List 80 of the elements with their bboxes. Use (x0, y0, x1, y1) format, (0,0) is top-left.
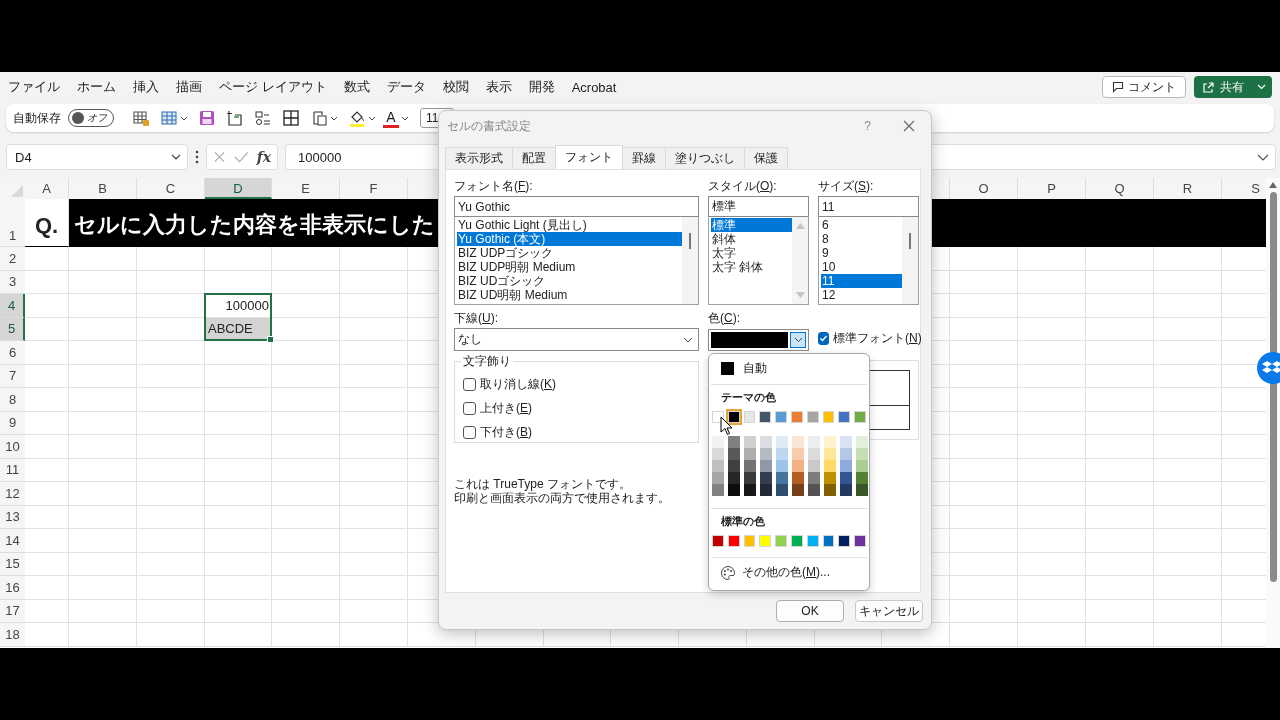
field-label: 色(C): (708, 310, 741, 327)
list-item[interactable]: BIZ UD明朝 Medium (457, 288, 682, 302)
row-header[interactable]: 7 (0, 364, 25, 388)
group-title: 文字飾り (462, 353, 512, 370)
input-field[interactable]: 11 (818, 196, 919, 217)
list-item[interactable]: Yu Gothic Light (見出し) (457, 218, 682, 232)
checkbox-label[interactable]: 下付き(B) (463, 424, 690, 441)
row-header[interactable]: 1 (0, 199, 25, 247)
list-item[interactable]: 斜体 (711, 232, 792, 246)
title-text: セルに入力した内容を非表示にした (74, 211, 435, 239)
row-header[interactable]: 16 (0, 576, 25, 600)
input-field[interactable]: Yu Gothic (454, 196, 699, 217)
menu-tab[interactable]: 表示 (485, 78, 512, 96)
menu-tab[interactable]: 開発 (528, 78, 555, 96)
row-header[interactable]: 4 (0, 294, 25, 318)
menu-tab[interactable]: 挿入 (133, 78, 159, 96)
list-item[interactable]: 8 (821, 232, 902, 246)
list-item[interactable]: 標準 (711, 218, 792, 232)
field-label: フォント名(F): (454, 178, 534, 195)
list-item[interactable]: 6 (821, 218, 902, 232)
row-header[interactable]: 12 (0, 482, 25, 506)
cancel-button[interactable]: キャンセル (855, 600, 923, 622)
list-item[interactable]: 10 (821, 260, 902, 274)
menu-tab[interactable]: 校閲 (442, 78, 469, 96)
field-label: スタイル(O): (708, 178, 778, 195)
more-colors-option[interactable]: その他の色(M)... (709, 558, 869, 581)
row-header[interactable]: 10 (0, 435, 25, 459)
list-item[interactable]: BIZ UDゴシック (457, 274, 682, 288)
name-box[interactable]: D4 (6, 144, 188, 170)
list-item[interactable]: 11 (821, 274, 902, 288)
automatic-color-option[interactable]: 自動 (709, 355, 869, 381)
row-header[interactable]: 9 (0, 411, 25, 435)
list-item[interactable]: 9 (821, 246, 902, 260)
table-cell: 100000 (205, 294, 272, 318)
column-header[interactable]: A (25, 178, 69, 199)
autosave-label: 自動保存 (13, 109, 61, 127)
menu-tab[interactable]: データ (386, 78, 426, 96)
checkbox-label[interactable]: 上付き(E) (463, 400, 690, 417)
menu-tab[interactable]: Acrobat (571, 79, 617, 95)
field-label: サイズ(S): (818, 178, 875, 195)
row-header[interactable]: 13 (0, 505, 25, 529)
row-header[interactable]: 8 (0, 388, 25, 412)
font-color-button[interactable]: A (383, 108, 399, 128)
input-field[interactable]: 標準 (708, 196, 809, 217)
menu-tab[interactable]: ホーム (77, 78, 116, 96)
row-header[interactable]: 5 (0, 317, 25, 341)
info-text: 印刷と画面表示の両方で使用されます。 (454, 491, 670, 505)
row-header[interactable]: 2 (0, 247, 25, 271)
list-item[interactable]: 太字 (711, 246, 792, 260)
info-text: これは TrueType フォントです。 (454, 477, 631, 491)
comment-button[interactable]: コメント (1102, 76, 1186, 98)
row-header[interactable]: 14 (0, 529, 25, 553)
list-item[interactable]: 12 (821, 288, 902, 302)
menu-tab[interactable]: 描画 (176, 78, 202, 96)
dialog-tab[interactable]: フォント (555, 145, 623, 169)
menu-tab[interactable]: ページ レイアウト (219, 78, 327, 96)
row-header[interactable]: 3 (0, 270, 25, 294)
dialog-tab[interactable]: 表示形式 (445, 147, 513, 169)
row-header[interactable]: 11 (0, 458, 25, 482)
section-heading: テーマの色 (720, 390, 777, 405)
share-button[interactable]: 共有 (1194, 76, 1272, 98)
list-item[interactable]: Yu Gothic (本文) (457, 232, 682, 246)
ok-button[interactable]: OK (776, 600, 844, 622)
row-header[interactable]: 6 (0, 341, 25, 365)
dialog-tab[interactable]: 保護 (744, 147, 788, 169)
field-label: 下線(U): (454, 310, 499, 327)
checkbox-label[interactable]: 取り消し線(K) (463, 376, 690, 393)
row-header[interactable]: 15 (0, 552, 25, 576)
menu-tab[interactable]: ファイル (8, 78, 60, 96)
row-header[interactable]: 17 (0, 599, 25, 623)
underline-dropdown[interactable]: なし (454, 328, 699, 351)
insert-function-button[interactable]: fx (256, 149, 271, 165)
list-item[interactable]: 太字 斜体 (711, 260, 792, 274)
row-header[interactable]: 18 (0, 623, 25, 647)
menu-tab[interactable]: 数式 (343, 78, 370, 96)
column-header[interactable]: D (205, 178, 272, 199)
section-heading: 標準の色 (720, 514, 766, 529)
list-item[interactable]: BIZ UDPゴシック (457, 246, 682, 260)
list-item[interactable]: BIZ UDP明朝 Medium (457, 260, 682, 274)
checkbox-label[interactable]: 標準フォント(N) (818, 330, 919, 347)
